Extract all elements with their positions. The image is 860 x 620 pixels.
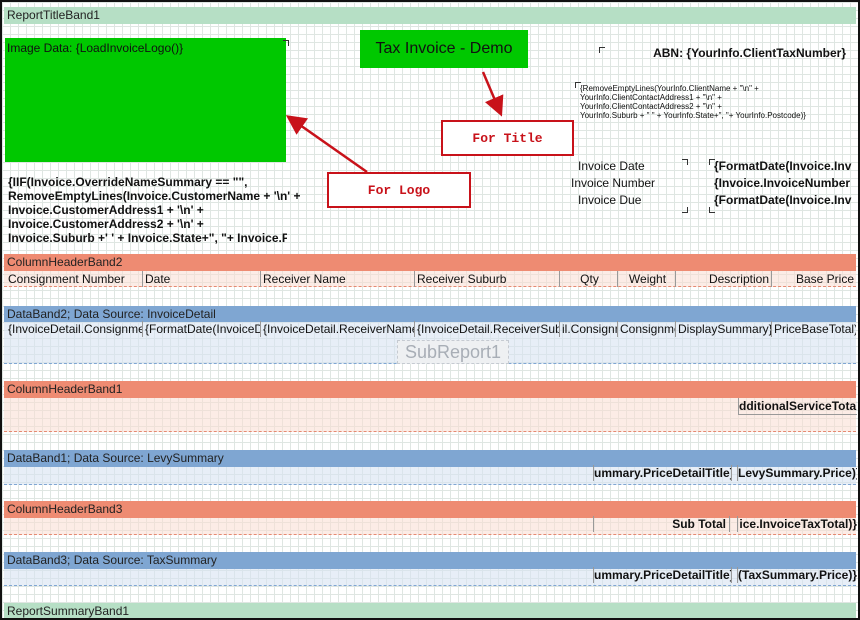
tax-detail-title-field[interactable]: ummary.PriceDetailTitle} [593, 567, 732, 583]
logo-arrow [285, 115, 368, 174]
detail-weight-cell[interactable]: Consignme [617, 321, 675, 337]
subreport-placeholder[interactable]: SubReport1 [397, 340, 509, 364]
detail-base-price-cell[interactable]: PriceBaseTotal)} [771, 321, 856, 337]
report-designer-canvas: ReportTitleBand1 Image Data: {LoadInvoic… [0, 0, 860, 620]
invoice-tax-total-field[interactable]: ice.InvoiceTaxTotal)} [737, 516, 857, 532]
detail-receiver-suburb-cell[interactable]: {InvoiceDetail.ReceiverSubu [414, 321, 559, 337]
detail-receiver-name-cell[interactable]: {InvoiceDetail.ReceiverName [260, 321, 414, 337]
column-header-weight[interactable]: Weight [617, 271, 675, 287]
report-summary-band-header[interactable]: ReportSummaryBand1 [4, 603, 856, 618]
detail-consignment-cell[interactable]: {InvoiceDetail.Consignme [6, 321, 142, 337]
detail-description-cell[interactable]: DisplaySummary} [675, 321, 771, 337]
column-header-receiver-suburb[interactable]: Receiver Suburb [414, 271, 559, 287]
levy-detail-title-field[interactable]: ummary.PriceDetailTitle} [593, 465, 732, 481]
detail-date-cell[interactable]: {FormatDate(InvoiceD [142, 321, 260, 337]
column-header-band1-zone [4, 398, 856, 432]
column-header-band1-header[interactable]: ColumnHeaderBand1 [4, 381, 856, 398]
additional-service-total-field[interactable]: dditionalServiceTotal)} [738, 398, 857, 415]
column-header-base-price[interactable]: Base Price [771, 271, 856, 287]
title-arrow [481, 71, 504, 117]
sub-total-label[interactable]: Sub Total [593, 516, 730, 532]
column-header-receiver-name[interactable]: Receiver Name [260, 271, 414, 287]
data-band2-header[interactable]: DataBand2; Data Source: InvoiceDetail [4, 306, 856, 322]
logo-callout: For Logo [327, 172, 471, 208]
detail-qty-cell[interactable]: il.Consignm [559, 321, 617, 337]
column-header-band2-header[interactable]: ColumnHeaderBand2 [4, 254, 856, 271]
column-header-description[interactable]: Description [675, 271, 771, 287]
tax-price-field[interactable]: (TaxSummary.Price)} [737, 567, 857, 583]
column-header-qty[interactable]: Qty [559, 271, 617, 287]
column-header-consignment[interactable]: Consignment Number [6, 271, 142, 287]
column-header-date[interactable]: Date [142, 271, 260, 287]
levy-price-field[interactable]: LevySummary.Price)} [737, 465, 857, 481]
title-callout: For Title [441, 120, 574, 156]
